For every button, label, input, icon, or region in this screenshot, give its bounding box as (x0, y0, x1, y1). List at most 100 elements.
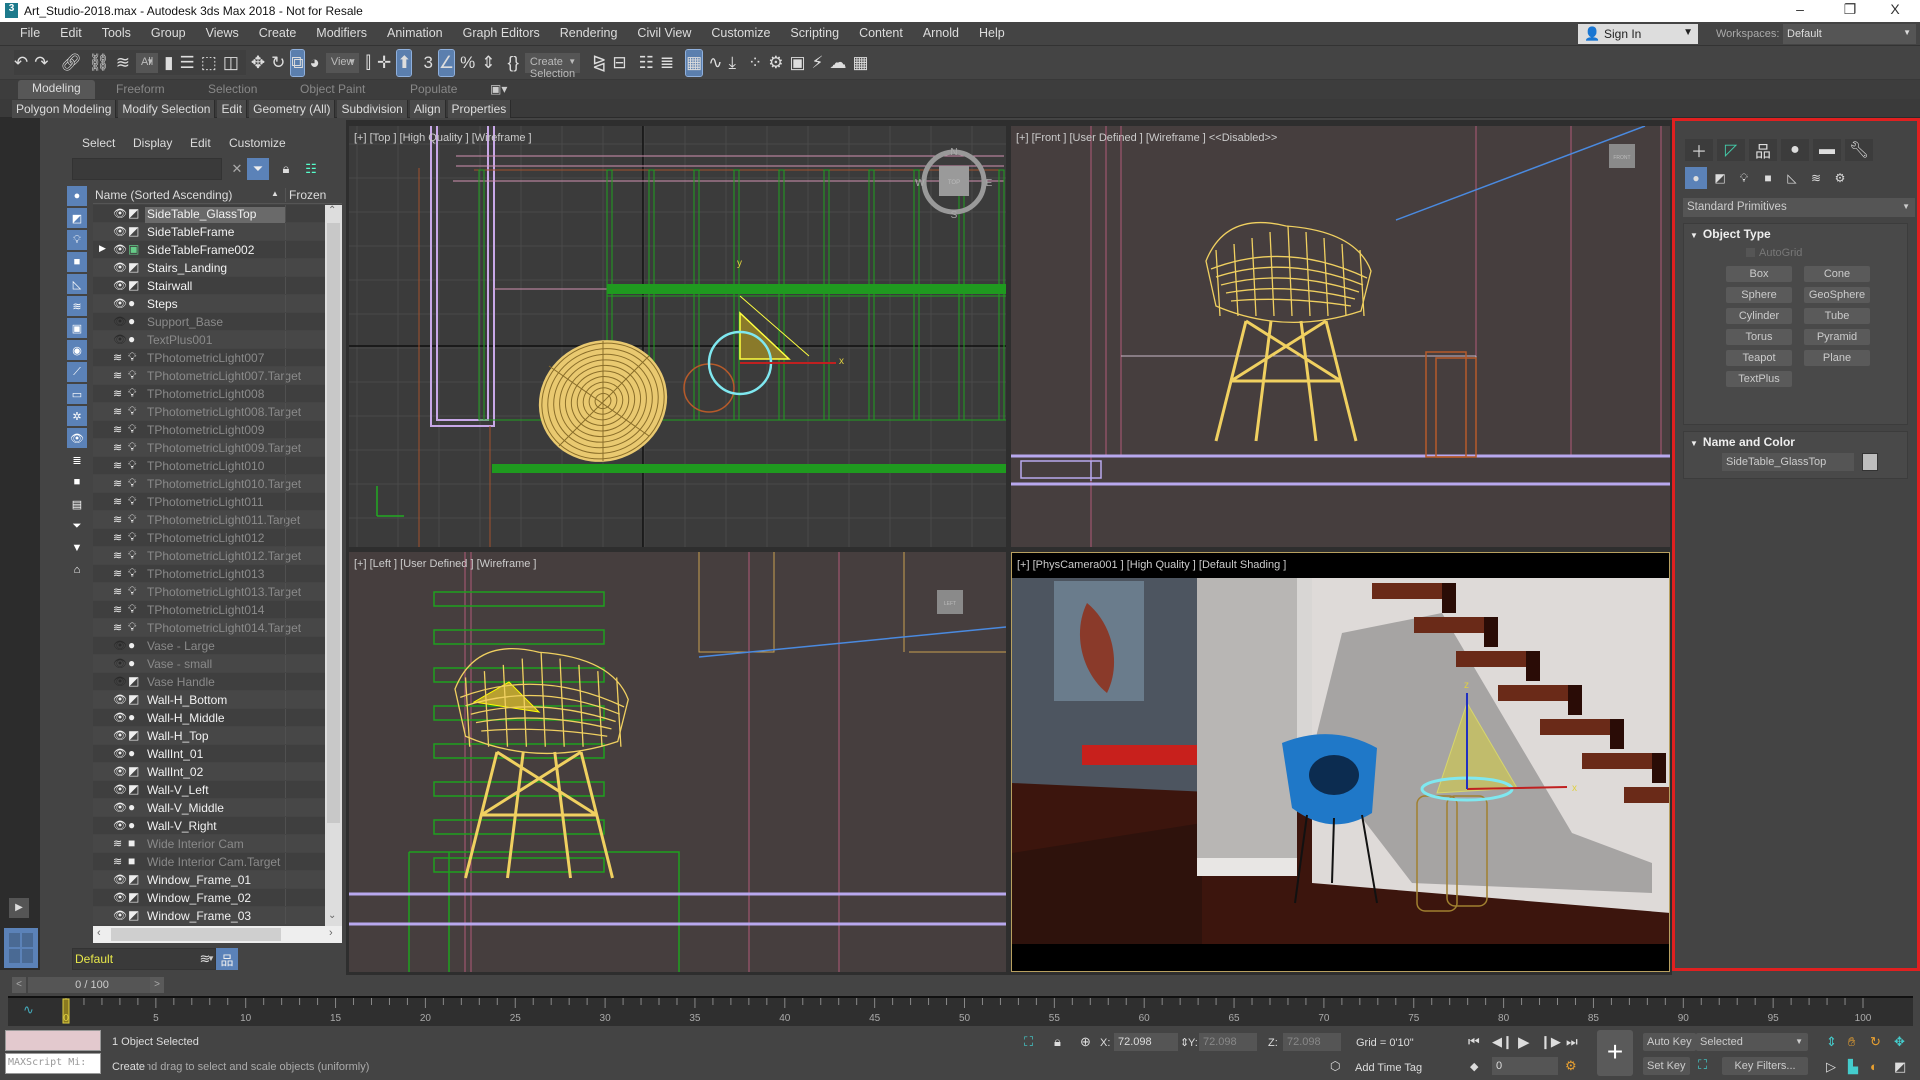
explorer-menu-display[interactable]: Display (133, 136, 172, 150)
frozen-cell[interactable] (285, 511, 325, 528)
frozen-cell[interactable] (285, 313, 325, 330)
viewport-camera[interactable]: xz [+] [PhysCamera001 ] [High Quality ] … (1011, 552, 1670, 972)
create-plane-button[interactable]: Plane (1804, 350, 1870, 366)
frozen-cell[interactable] (285, 709, 325, 726)
y-coordinate-field[interactable]: 72.098 (1199, 1033, 1257, 1051)
frozen-cell[interactable] (285, 745, 325, 762)
field-of-view-icon[interactable]: ▷ (1826, 1059, 1836, 1075)
ribbon-panel-geometry-all-[interactable]: Geometry (All) (249, 100, 336, 118)
go-to-end-icon[interactable]: ⏭ (1566, 1034, 1578, 1050)
eye-icon[interactable]: 👁︎ (113, 819, 127, 832)
pan-icon[interactable]: ✥ (1894, 1034, 1905, 1050)
rectangular-selection-region-icon[interactable]: ⬚ (201, 50, 217, 76)
layer-hidden-icon[interactable]: ≋ (113, 405, 127, 418)
modify-tab-icon[interactable]: ◸ (1717, 139, 1745, 161)
cameras-category-icon[interactable]: ■ (1757, 167, 1779, 189)
hidden-eye-icon[interactable]: 👁︎ (113, 315, 127, 328)
frozen-cell[interactable] (285, 619, 325, 636)
menu-create[interactable]: Create (249, 26, 307, 40)
frozen-cell[interactable] (285, 871, 325, 888)
frozen-cell[interactable] (285, 295, 325, 312)
helpers-category-icon[interactable]: ◺ (1781, 167, 1803, 189)
frozen-cell[interactable] (285, 439, 325, 456)
zoom-extents-icon[interactable]: ⇕ (1826, 1034, 1837, 1050)
invert-display-icon[interactable]: ▤ (67, 494, 87, 514)
scene-object-row[interactable]: ≋ 💡︎ TPhotometricLight011.Target (93, 511, 325, 529)
absolute-mode-icon[interactable]: ⊕ (1080, 1034, 1091, 1050)
scene-object-row[interactable]: ≋ 💡︎ TPhotometricLight009 (93, 421, 325, 439)
frozen-cell[interactable] (285, 637, 325, 654)
minimize-button[interactable]: – (1780, 1, 1820, 21)
ribbon-tab-freeform[interactable]: Freeform (116, 82, 165, 96)
scene-object-row[interactable]: 👁︎ ● WallInt_01 (93, 745, 325, 763)
primitive-type-dropdown[interactable]: Standard Primitives ▼ (1683, 198, 1915, 217)
frozen-cell[interactable] (285, 583, 325, 600)
create-tube-button[interactable]: Tube (1804, 308, 1870, 324)
scene-object-row[interactable]: 👁︎ ◩ Wall-H_Top (93, 727, 325, 745)
display-xrefs-icon[interactable]: ◉ (67, 340, 87, 360)
frozen-cell[interactable] (285, 727, 325, 744)
scene-object-row[interactable]: ≋ 💡︎ TPhotometricLight013 (93, 565, 325, 583)
create-cone-button[interactable]: Cone (1804, 266, 1870, 282)
eye-icon[interactable]: 👁︎ (113, 783, 127, 796)
scroll-down-icon[interactable]: ⌄ (328, 910, 336, 921)
eye-icon[interactable]: 👁︎ (113, 261, 127, 274)
next-frame-icon[interactable]: ❙▶ (1540, 1034, 1561, 1050)
scene-object-row[interactable]: 👁︎ ● Support_Base (93, 313, 325, 331)
expand-panel-button[interactable]: ▶ (9, 898, 29, 918)
frozen-cell[interactable] (285, 277, 325, 294)
viewport-layout-button[interactable] (4, 928, 38, 968)
edit-named-selection-sets-icon[interactable]: {} (508, 50, 519, 76)
ribbon-panel-align[interactable]: Align (409, 100, 446, 118)
object-color-swatch[interactable] (1862, 453, 1878, 471)
column-frozen-header[interactable]: Frozen (285, 188, 326, 202)
scene-object-row[interactable]: ≋ 💡︎ TPhotometricLight008.Target (93, 403, 325, 421)
frozen-cell[interactable] (285, 457, 325, 474)
frozen-cell[interactable] (285, 259, 325, 276)
ribbon-tab-modeling[interactable]: Modeling (18, 80, 95, 99)
scene-object-row[interactable]: ≋ 💡︎ TPhotometricLight014 (93, 601, 325, 619)
material-editor-icon[interactable]: ⁘ (748, 50, 762, 76)
create-pyramid-button[interactable]: Pyramid (1804, 329, 1870, 345)
layer-hidden-icon[interactable]: ≋ (113, 855, 127, 868)
redo-icon[interactable]: ↷ (34, 50, 48, 76)
render-setup-icon[interactable]: ⚙︎ (768, 50, 783, 76)
window-crossing-icon[interactable]: ◫ (223, 50, 239, 76)
explorer-search-input[interactable] (72, 158, 222, 180)
scene-object-row[interactable]: 👁︎ ● Steps (93, 295, 325, 313)
viewport-label-left[interactable]: [+] [Left ] [User Defined ] [Wireframe ] (354, 558, 536, 570)
eye-icon[interactable]: 👁︎ (113, 693, 127, 706)
ribbon-tab-selection[interactable]: Selection (208, 82, 257, 96)
ribbon-panel-properties[interactable]: Properties (447, 100, 512, 118)
menu-animation[interactable]: Animation (377, 26, 453, 40)
explorer-menu-customize[interactable]: Customize (229, 136, 286, 150)
hidden-eye-icon[interactable]: 👁︎ (113, 657, 127, 670)
time-slider-thumb[interactable]: 0 / 100 (28, 977, 156, 993)
rendered-frame-window-icon[interactable]: ▣ (789, 50, 805, 76)
scene-object-row[interactable]: ≋ 💡︎ TPhotometricLight007.Target (93, 367, 325, 385)
viewport-label-front[interactable]: [+] [Front ] [User Defined ] [Wireframe … (1016, 132, 1277, 144)
create-geosphere-button[interactable]: GeoSphere (1804, 287, 1870, 303)
horizontal-scrollbar[interactable]: ‹ › (93, 926, 342, 943)
layer-hidden-icon[interactable]: ≋ (113, 441, 127, 454)
display-bones-icon[interactable]: ⟋ (67, 362, 87, 382)
vertical-scrollbar[interactable]: ⌃ ⌄ (325, 205, 342, 927)
display-shapes-icon[interactable]: ◩ (67, 208, 87, 228)
toggle-scene-explorer-icon[interactable]: ☷ (639, 50, 654, 76)
filter-icon[interactable]: ⏷ (247, 158, 269, 180)
options-icon[interactable]: ⌂ (67, 560, 87, 580)
space-warps-category-icon[interactable]: ≋ (1805, 167, 1827, 189)
scene-object-row[interactable]: 👁︎ ● Vase - small (93, 655, 325, 673)
eye-icon[interactable]: 👁︎ (113, 243, 127, 256)
frozen-cell[interactable] (285, 673, 325, 690)
menu-file[interactable]: File (10, 26, 50, 40)
scroll-left-icon[interactable]: ‹ (97, 927, 101, 939)
frozen-cell[interactable] (285, 547, 325, 564)
key-filters-button[interactable]: Key Filters... (1722, 1057, 1808, 1075)
play-icon[interactable]: ▶ (1518, 1033, 1530, 1051)
eye-icon[interactable]: 👁︎ (113, 747, 127, 760)
frozen-cell[interactable] (285, 241, 325, 258)
create-textplus-button[interactable]: TextPlus (1726, 371, 1792, 387)
scene-object-row[interactable]: ▶ 👁︎ ▣ SideTableFrame002 (93, 241, 325, 259)
menu-graph-editors[interactable]: Graph Editors (453, 26, 550, 40)
